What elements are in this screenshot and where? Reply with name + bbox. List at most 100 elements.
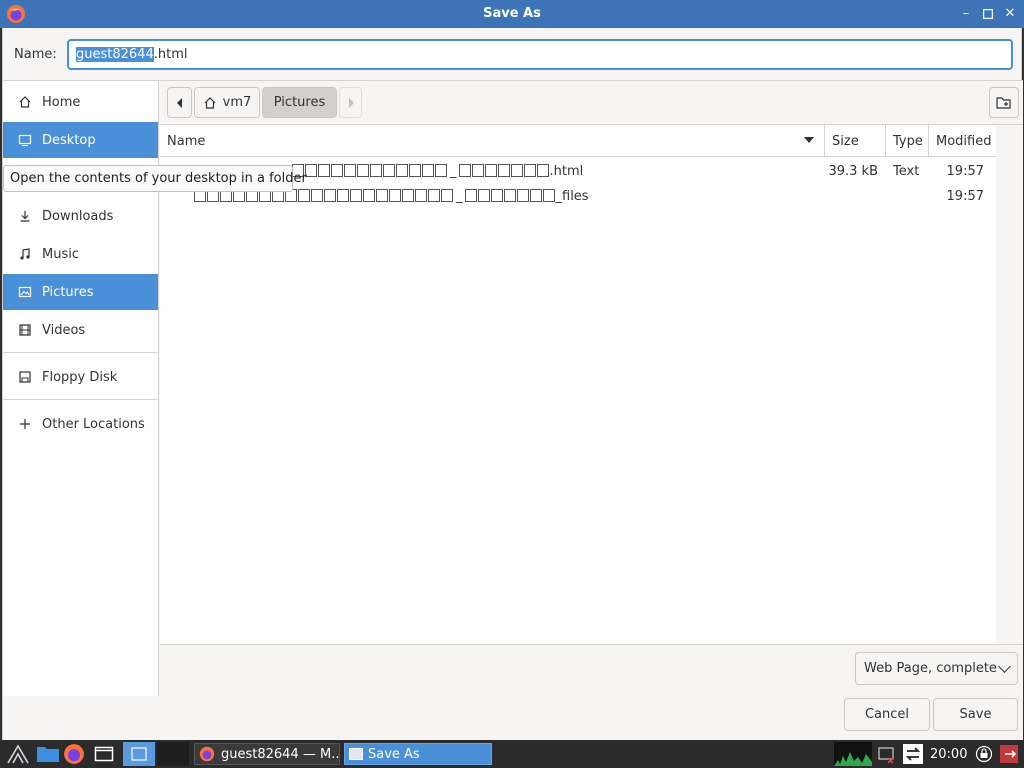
missing-glyph (415, 189, 427, 202)
missing-glyph (435, 164, 447, 177)
minimize-button[interactable]: – (958, 6, 974, 22)
taskbar-task-save-as[interactable]: Save As (344, 743, 492, 765)
title-bar: Save As – ✕ (0, 0, 1024, 28)
task-label: guest82644 — M... (221, 746, 340, 762)
file-type-filter[interactable]: Web Page, complete (855, 652, 1018, 685)
filename-input[interactable]: guest82644.html (67, 39, 1013, 70)
missing-glyph (529, 189, 542, 202)
workspace-2[interactable] (157, 742, 189, 766)
app-menu-button[interactable] (6, 742, 30, 766)
sidebar-item-downloads[interactable]: Downloads (3, 198, 158, 234)
sort-down-icon (804, 137, 814, 143)
file-name-suffix: _files (555, 189, 589, 204)
sidebar-item-label: Other Locations (42, 416, 145, 432)
cpu-graph-icon (834, 752, 872, 766)
path-segment-label: Pictures (273, 95, 326, 110)
missing-glyph (458, 164, 471, 177)
missing-glyph (389, 189, 401, 202)
save-button[interactable]: Save (933, 698, 1018, 731)
missing-glyph (422, 164, 434, 177)
sidebar-item-other-locations[interactable]: Other Locations (3, 406, 158, 442)
file-name: _ .html (292, 164, 583, 179)
firefox-icon (64, 744, 84, 764)
missing-glyph (337, 189, 349, 202)
chevron-left-icon (176, 97, 182, 108)
column-type[interactable]: Type (885, 125, 928, 157)
missing-glyph (409, 164, 421, 177)
lock-icon (975, 745, 993, 763)
new-folder-icon (996, 96, 1011, 109)
sidebar-divider (3, 399, 158, 400)
missing-glyph (318, 164, 330, 177)
desktop-tooltip: Open the contents of your desktop in a f… (3, 165, 307, 192)
path-segment-vm7[interactable]: vm7 (194, 87, 260, 118)
column-label: Modified (936, 133, 992, 149)
create-folder-button[interactable] (989, 87, 1019, 118)
missing-glyph (350, 189, 362, 202)
missing-glyph (441, 189, 453, 202)
sidebar-item-desktop[interactable]: Desktop (3, 122, 158, 158)
missing-glyph (370, 164, 382, 177)
missing-glyph (510, 164, 523, 177)
sidebar-item-label: Floppy Disk (42, 369, 118, 385)
window-list-launcher[interactable] (94, 742, 114, 766)
network-status[interactable] (876, 742, 896, 766)
window-icon (94, 746, 114, 762)
column-size[interactable]: Size (824, 125, 885, 157)
sidebar-item-label: Videos (42, 322, 86, 338)
close-button[interactable]: ✕ (1002, 6, 1018, 22)
missing-glyph (471, 164, 484, 177)
sidebar-item-music[interactable]: Music (3, 236, 158, 272)
missing-glyph (383, 164, 395, 177)
network-disconnected-icon (878, 747, 894, 764)
file-name-suffix: .html (549, 164, 584, 179)
missing-glyph (376, 189, 388, 202)
chevron-right-icon (348, 97, 354, 108)
taskbar: guest82644 — M... Save As 20:00 (0, 740, 1024, 768)
path-forward-button[interactable] (339, 87, 362, 118)
path-bar: vm7 Pictures (160, 81, 1023, 125)
column-name[interactable]: Name (160, 125, 824, 157)
file-list[interactable]: Name Size Type Modified _ .html 39.3 kB T… (160, 125, 996, 644)
file-modified: 19:57 (946, 189, 984, 204)
unrenderable-glyphs: _ (292, 164, 550, 179)
name-row: Name: guest82644.html (3, 28, 1023, 80)
sidebar-item-home[interactable]: Home (3, 84, 158, 120)
taskbar-task-firefox[interactable]: guest82644 — M... (194, 743, 340, 765)
missing-glyph (497, 164, 510, 177)
sidebar-item-floppy-disk[interactable]: Floppy Disk (3, 359, 158, 395)
sidebar-item-videos[interactable]: Videos (3, 312, 158, 348)
column-label: Type (893, 133, 923, 149)
file-type: Text (893, 164, 920, 179)
sidebar-item-label: Home (42, 94, 81, 110)
workspace-1[interactable] (123, 742, 155, 766)
name-label: Name: (14, 47, 57, 62)
file-manager-launcher[interactable] (36, 742, 60, 766)
cancel-button[interactable]: Cancel (844, 698, 930, 731)
firefox-launcher[interactable] (63, 742, 85, 766)
clock[interactable]: 20:00 (930, 742, 967, 766)
task-label: Save As (368, 746, 420, 762)
separator: _ (450, 164, 457, 179)
maximize-button[interactable] (980, 6, 996, 22)
download-icon (17, 208, 33, 224)
missing-glyph (344, 164, 356, 177)
desktop-icon (17, 132, 33, 148)
column-modified[interactable]: Modified (928, 125, 996, 157)
missing-glyph (516, 189, 529, 202)
missing-glyph (396, 164, 408, 177)
missing-glyph (363, 189, 375, 202)
sidebar-item-label: Music (42, 246, 79, 262)
cpu-graph (834, 742, 872, 766)
column-label: Size (832, 133, 859, 149)
path-segment-pictures[interactable]: Pictures (262, 87, 337, 118)
path-back-button[interactable] (167, 87, 192, 118)
lock-screen-button[interactable] (975, 742, 993, 766)
folder-icon (37, 747, 59, 762)
logout-button[interactable] (998, 742, 1020, 766)
switch-user-button[interactable] (902, 742, 924, 766)
sidebar-item-pictures[interactable]: Pictures (3, 274, 158, 310)
separator: _ (456, 189, 463, 204)
missing-glyph (477, 189, 490, 202)
missing-glyph (503, 189, 516, 202)
